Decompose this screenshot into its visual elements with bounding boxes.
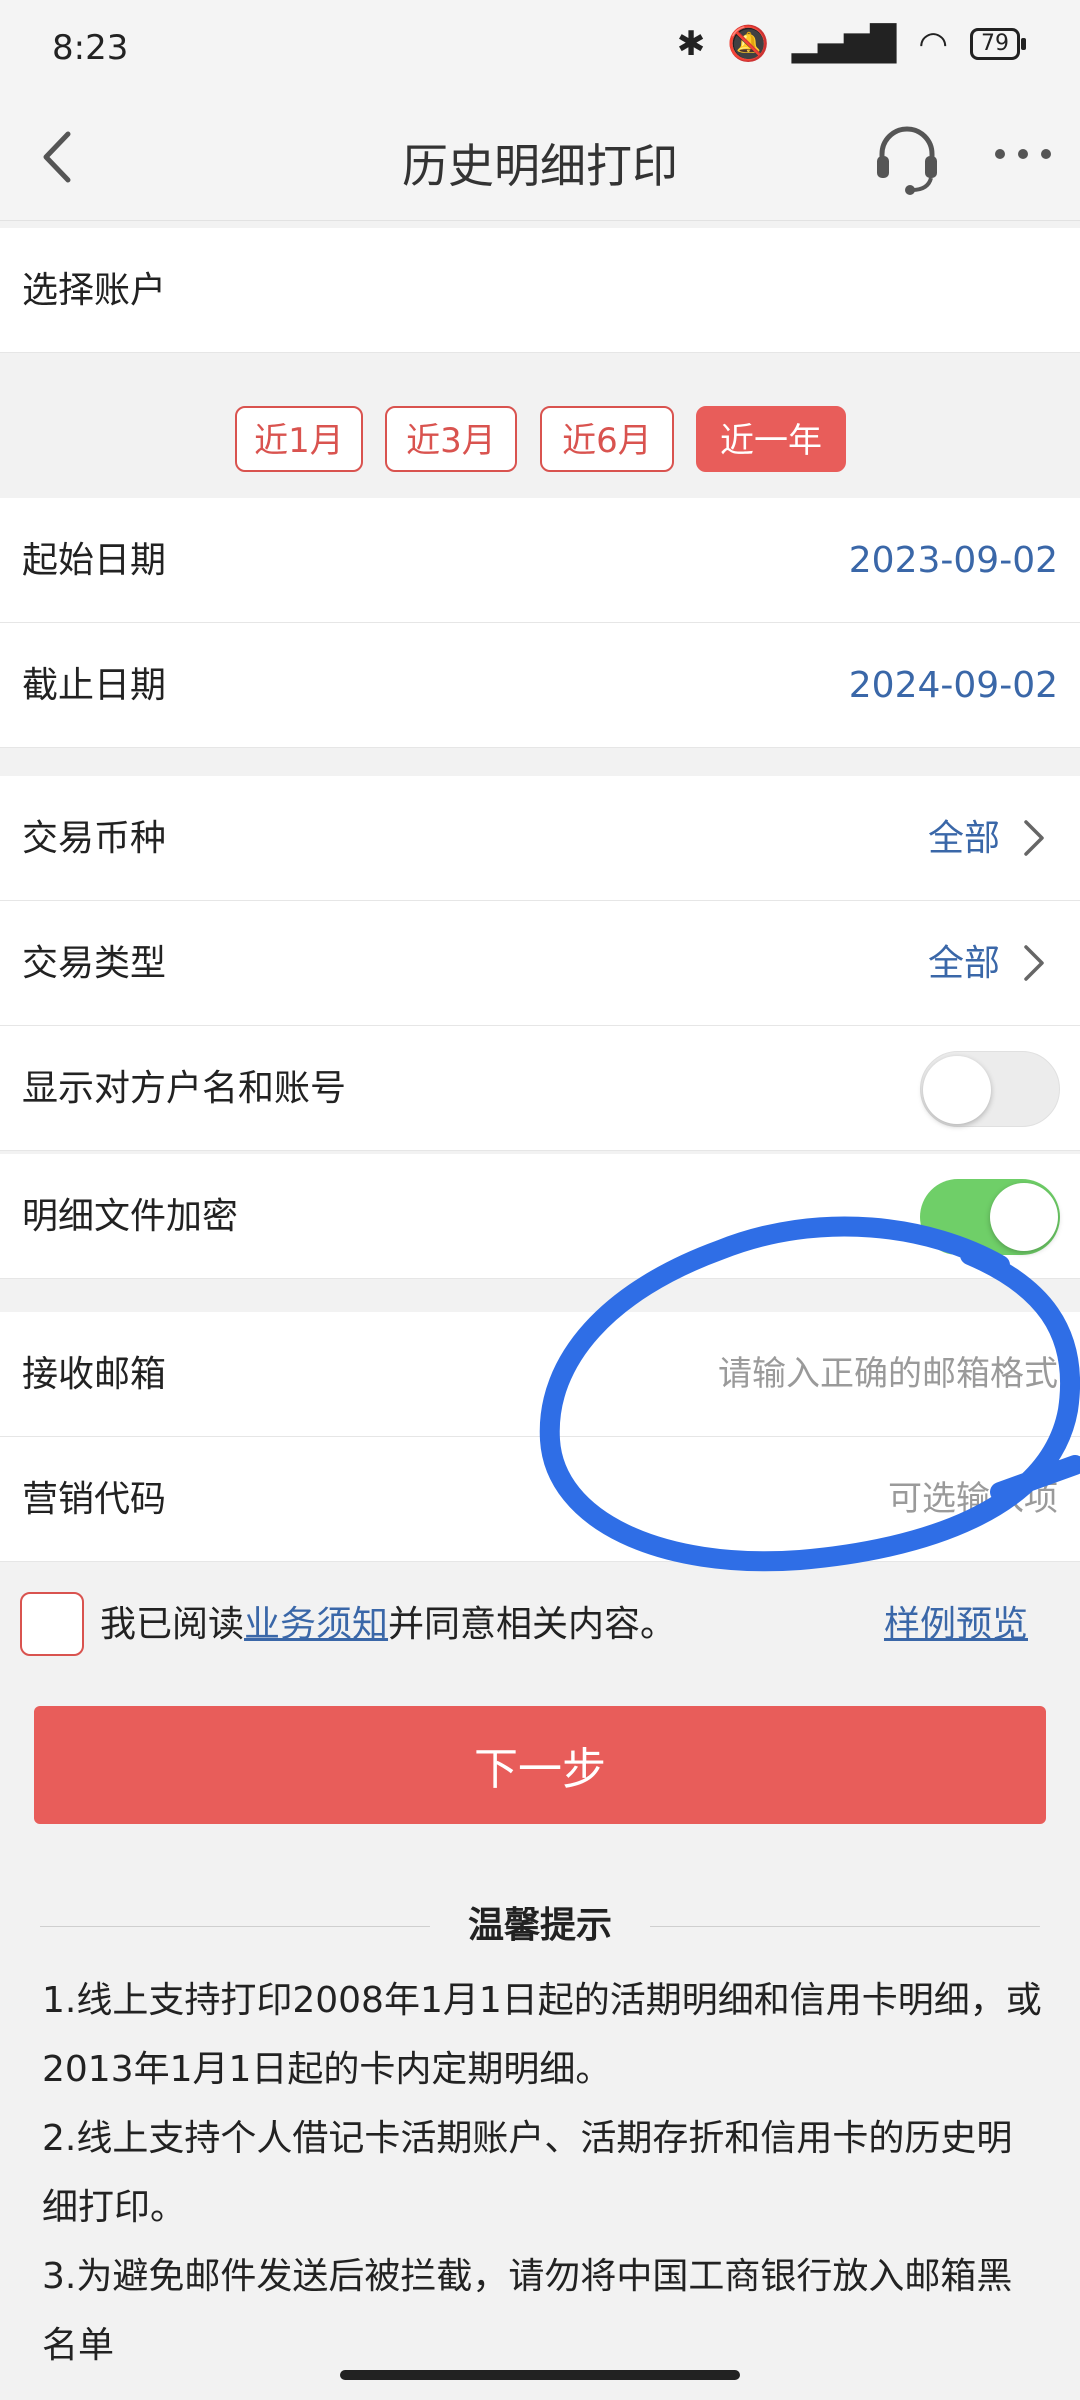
agreement-row: 我已阅读业务须知并同意相关内容。 样例预览 — [0, 1570, 1080, 1680]
home-indicator[interactable] — [340, 2370, 740, 2380]
show-counterparty-label: 显示对方户名和账号 — [22, 1068, 347, 1109]
tip-item: 3.为避免邮件发送后被拦截，请勿将中国工商银行放入邮箱黑名单 — [42, 2256, 1013, 2366]
headset-icon[interactable] — [872, 118, 942, 198]
agreement-text: 我已阅读业务须知并同意相关内容。 — [100, 1570, 676, 1680]
agreement-prefix: 我已阅读 — [100, 1604, 245, 1645]
mute-icon: 🔕 — [727, 24, 770, 64]
business-notice-link[interactable]: 业务须知 — [244, 1604, 388, 1645]
end-date-row[interactable]: 截止日期 2024-09-02 — [0, 623, 1080, 748]
period-3-months-button[interactable]: 近3月 — [385, 406, 517, 472]
tips-list: 1.线上支持打印2008年1月1日起的活期明细和信用卡明细，或2013年1月1日… — [42, 1966, 1042, 2380]
chevron-right-icon — [1024, 820, 1044, 856]
system-icons: ✱ 🔕 ▂▄▆█ ◠ 79 — [676, 24, 1026, 64]
account-value-redacted — [690, 228, 1080, 338]
wifi-icon: ◠ — [918, 24, 948, 64]
next-button[interactable]: 下一步 — [34, 1706, 1046, 1824]
sample-preview-link[interactable]: 样例预览 — [884, 1570, 1028, 1680]
email-input[interactable]: 请输入正确的邮箱格式 — [718, 1312, 1058, 1437]
currency-value: 全部 — [927, 818, 1000, 859]
show-counterparty-toggle[interactable] — [920, 1051, 1060, 1127]
status-bar: 8:23 ✱ 🔕 ▂▄▆█ ◠ 79 — [0, 0, 1080, 100]
agree-checkbox[interactable] — [20, 1592, 84, 1656]
account-label: 选择账户 — [22, 270, 167, 311]
toggle-knob — [923, 1056, 991, 1124]
agreement-suffix: 并同意相关内容。 — [388, 1604, 677, 1645]
encrypt-file-row: 明细文件加密 — [0, 1154, 1080, 1279]
end-date-label: 截止日期 — [22, 665, 167, 706]
tips-title: 温馨提示 — [467, 1905, 612, 1946]
start-date-value[interactable]: 2023-09-02 — [849, 498, 1058, 623]
encrypt-file-toggle[interactable] — [920, 1179, 1060, 1255]
bluetooth-icon: ✱ — [676, 24, 706, 64]
nav-bar: 历史明细打印 — [0, 100, 1080, 221]
period-6-months-button[interactable]: 近6月 — [540, 406, 674, 472]
tip-item: 1.线上支持打印2008年1月1日起的活期明细和信用卡明细，或2013年1月1日… — [42, 1980, 1042, 2090]
more-icon[interactable] — [988, 124, 1058, 184]
battery-icon: 79 — [970, 28, 1026, 60]
email-row: 接收邮箱 请输入正确的邮箱格式 — [0, 1312, 1080, 1437]
transaction-type-label: 交易类型 — [22, 943, 167, 984]
period-1-month-button[interactable]: 近1月 — [235, 406, 363, 472]
transaction-type-row[interactable]: 交易类型 全部 — [0, 901, 1080, 1026]
toggle-knob — [990, 1183, 1058, 1251]
start-date-row[interactable]: 起始日期 2023-09-02 — [0, 498, 1080, 623]
end-date-value[interactable]: 2024-09-02 — [849, 623, 1058, 748]
marketing-code-row: 营销代码 可选输入项 — [0, 1437, 1080, 1562]
transaction-type-value: 全部 — [927, 943, 1000, 984]
status-time: 8:23 — [52, 28, 129, 68]
currency-row[interactable]: 交易币种 全部 — [0, 776, 1080, 901]
period-1-year-button[interactable]: 近一年 — [696, 406, 846, 472]
encrypt-file-label: 明细文件加密 — [22, 1196, 239, 1237]
chevron-right-icon — [1024, 945, 1044, 981]
marketing-code-label: 营销代码 — [22, 1479, 167, 1520]
show-counterparty-row: 显示对方户名和账号 — [0, 1026, 1080, 1151]
period-selector: 近1月 近3月 近6月 近一年 — [0, 356, 1080, 496]
start-date-label: 起始日期 — [22, 540, 167, 581]
signal-icon: ▂▄▆█ — [791, 24, 897, 64]
tip-item: 2.线上支持个人借记卡活期账户、活期存折和信用卡的历史明细打印。 — [42, 2118, 1013, 2228]
marketing-code-input[interactable]: 可选输入项 — [888, 1437, 1058, 1562]
email-label: 接收邮箱 — [22, 1354, 167, 1395]
tips-header: 温馨提示 — [40, 1896, 1040, 1956]
currency-label: 交易币种 — [22, 818, 167, 859]
